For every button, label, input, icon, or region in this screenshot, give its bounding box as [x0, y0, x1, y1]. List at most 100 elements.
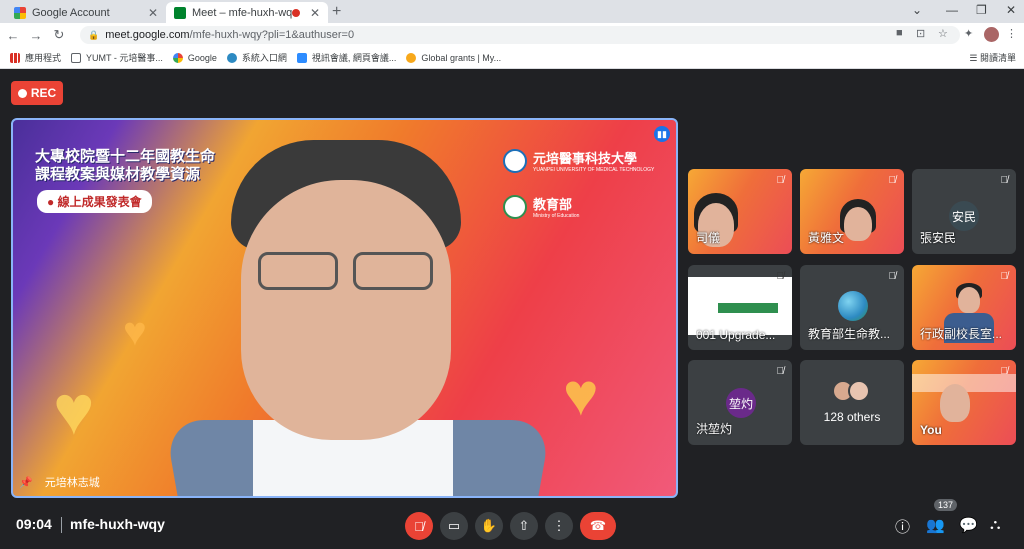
browser-toolbar: ← → ↻ 🔒 meet.google.com/mfe-huxh-wqy?pli…	[0, 23, 1024, 47]
pin-icon[interactable]: 📌	[19, 476, 33, 489]
meeting-code: mfe-huxh-wqy	[70, 516, 165, 532]
bookmark-portal[interactable]: 系統入口網	[226, 51, 287, 64]
mic-off-icon: 🎙̸	[1000, 366, 1009, 377]
chat-icon[interactable]: 💬	[959, 516, 978, 534]
recording-icon	[291, 8, 300, 17]
heart-decoration: ♥	[563, 361, 599, 428]
bookmark-video-conf[interactable]: 視訊會議, 網頁會議...	[296, 51, 396, 64]
divider	[61, 517, 62, 533]
portal-icon	[226, 52, 237, 63]
more-options-button[interactable]: ⋮	[545, 512, 573, 540]
back-icon[interactable]: ←	[3, 28, 23, 43]
present-button[interactable]: ⇧	[510, 512, 538, 540]
people-icon[interactable]: 👥	[926, 516, 945, 534]
heart-decoration: ♥	[53, 371, 95, 449]
glasses	[248, 252, 443, 292]
close-window-icon[interactable]: ✕	[1006, 3, 1016, 17]
address-bar[interactable]: 🔒 meet.google.com/mfe-huxh-wqy?pli=1&aut…	[80, 26, 960, 44]
rec-label: REC	[30, 86, 57, 100]
camera-icon: ▭	[447, 518, 461, 533]
mic-toggle-button[interactable]: 🎙̸	[405, 512, 433, 540]
main-speaker-video[interactable]: ♥ ♥ ♥ 大專校院暨十二年國教生命 課程教案與媒材教學資源 ● 線上成果發表會…	[11, 118, 678, 498]
participant-tile[interactable]: 🎙̸ 行政副校長室...	[912, 265, 1016, 350]
tab-google-account[interactable]: Google Account ✕	[6, 2, 166, 23]
rotary-icon	[406, 52, 417, 63]
reading-list[interactable]: ☰ 閱讀清單	[969, 51, 1016, 64]
bookmark-apps[interactable]: 應用程式	[10, 51, 61, 64]
participant-tile[interactable]: 🎙̸ 教育部生命教...	[800, 265, 904, 350]
participant-tile[interactable]: 安民 🎙̸ 張安民	[912, 169, 1016, 254]
page-icon	[71, 52, 82, 63]
moe-logo: 教育部 Ministry of Education	[503, 194, 579, 219]
reload-icon[interactable]: ↻	[49, 27, 69, 43]
camera-icon[interactable]: ■	[896, 27, 903, 39]
participant-tile[interactable]: 🎙̸ 司儀	[688, 169, 792, 254]
mic-off-icon: 🎙̸	[776, 271, 785, 282]
leave-call-button[interactable]: ☎	[580, 512, 616, 540]
tab-title: Google Account	[32, 6, 110, 19]
banner-line1: 大專校院暨十二年國教生命	[35, 148, 216, 165]
forward-icon[interactable]: →	[26, 28, 46, 43]
lock-icon: 🔒	[88, 29, 100, 40]
meeting-time: 09:04	[16, 516, 52, 532]
hangup-icon: ☎	[589, 518, 607, 533]
banner-line2: 課程教案與媒材教學資源	[35, 166, 201, 183]
others-count: 128 others	[823, 410, 881, 424]
hand-icon: ✋	[480, 518, 498, 533]
bookmark-yumt[interactable]: YUMT - 元培醫事...	[71, 51, 163, 64]
mic-off-icon: 🎙̸	[1000, 175, 1009, 186]
university-seal-icon	[503, 148, 527, 173]
restore-icon[interactable]: ❐	[976, 3, 987, 17]
minimize-icon[interactable]: —	[946, 3, 958, 17]
self-tile[interactable]: 🎙̸ You	[912, 360, 1016, 445]
tab-title: Meet – mfe-huxh-wqy	[192, 6, 292, 19]
recording-badge: REC	[11, 81, 63, 105]
meeting-details-icon[interactable]: ⓘ	[895, 516, 910, 537]
shared-slide-thumbnail	[688, 277, 792, 335]
browser-tab-strip: Google Account ✕ Meet – mfe-huxh-wqy ✕ +…	[0, 0, 1024, 23]
profile-avatar[interactable]	[984, 27, 999, 42]
people-count-badge: 137	[934, 499, 958, 511]
heart-decoration: ♥	[123, 310, 147, 354]
record-dot-icon	[17, 88, 27, 98]
others-avatars	[832, 380, 870, 402]
meeting-controls-bar: 09:04 mfe-huxh-wqy 🎙̸ ▭ ✋ ⇧ ⋮ ☎ ⓘ 👥 137 …	[0, 499, 1024, 549]
present-icon: ⇧	[518, 518, 530, 533]
participant-tile[interactable]: 🎙̸ 001 Upgrade...	[688, 265, 792, 350]
tab-search-icon[interactable]: ⌄	[912, 3, 922, 17]
yuanpei-logo: 元培醫事科技大學 YUANPEI UNIVERSITY OF MEDICAL T…	[503, 148, 654, 173]
participant-tile[interactable]: 🎙̸ 黃雅文	[800, 169, 904, 254]
url-path: /mfe-huxh-wqy?pli=1&authuser=0	[189, 29, 355, 41]
mic-off-icon: 🎙̸	[776, 175, 785, 186]
menu-icon[interactable]: ⋮	[1006, 27, 1017, 40]
close-icon[interactable]: ✕	[148, 6, 158, 20]
moe-seal-icon	[503, 194, 527, 219]
raise-hand-button[interactable]: ✋	[475, 512, 503, 540]
globe-avatar	[838, 291, 868, 321]
participant-tile[interactable]: 堃灼 🎙̸ 洪堃灼	[688, 360, 792, 445]
banner-pill: ● 線上成果發表會	[37, 190, 152, 213]
speaker-figure	[164, 140, 552, 496]
new-tab-icon[interactable]: +	[332, 3, 341, 21]
google-icon	[172, 52, 183, 63]
mic-off-icon: 🎙̸	[414, 518, 424, 534]
star-icon[interactable]: ☆	[938, 27, 948, 40]
speaking-indicator-icon: ▮▮	[654, 126, 670, 142]
more-vert-icon: ⋮	[552, 518, 566, 533]
others-tile[interactable]: 128 others	[800, 360, 904, 445]
banner-title: 大專校院暨十二年國教生命 課程教案與媒材教學資源	[35, 148, 215, 184]
translate-icon[interactable]: ⊡	[916, 27, 925, 40]
mic-off-icon: 🎙̸	[1000, 271, 1009, 282]
activities-icon[interactable]: ⛬	[990, 516, 1001, 533]
bookmark-global-grants[interactable]: Global grants | My...	[406, 52, 501, 63]
extensions-icon[interactable]: ✦	[964, 27, 973, 40]
close-icon[interactable]: ✕	[310, 6, 320, 20]
avatar: 堃灼	[726, 388, 756, 418]
camera-toggle-button[interactable]: ▭	[440, 512, 468, 540]
google-icon	[14, 6, 26, 19]
meet-stage: REC ♥ ♥ ♥ 大專校院暨十二年國教生命 課程教案與媒材教學資源 ● 線上成…	[0, 69, 1024, 549]
mic-off-icon: 🎙̸	[776, 366, 785, 377]
avatar: 安民	[949, 201, 979, 231]
bookmark-google[interactable]: Google	[172, 52, 217, 63]
tab-meet[interactable]: Meet – mfe-huxh-wqy ✕	[166, 2, 328, 23]
